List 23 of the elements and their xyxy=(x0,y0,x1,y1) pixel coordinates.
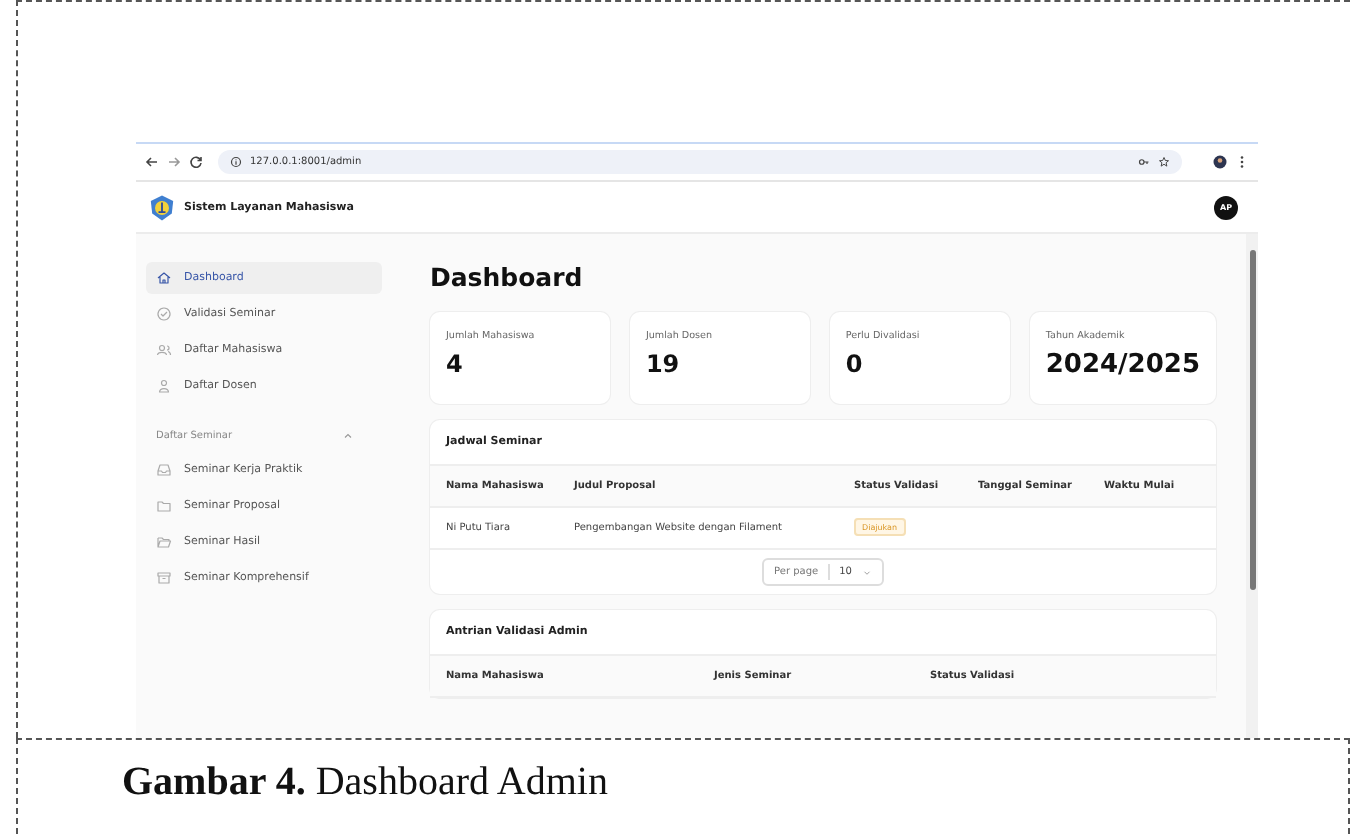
chevron-icon xyxy=(861,567,872,577)
stat-value: 0 xyxy=(845,350,865,378)
reload-icon[interactable] xyxy=(188,154,204,170)
home-icon xyxy=(156,270,172,286)
folder-icon xyxy=(156,498,172,514)
profile-icon[interactable] xyxy=(1212,154,1228,170)
archive-icon xyxy=(156,570,172,586)
stat-value: 19 xyxy=(645,350,682,378)
users-icon xyxy=(156,342,172,358)
inbox-icon xyxy=(156,462,172,478)
logo-icon xyxy=(148,193,176,221)
forward-icon[interactable] xyxy=(166,154,182,170)
key-icon[interactable] xyxy=(1138,156,1150,168)
user-icon xyxy=(156,378,172,394)
scrollbar[interactable] xyxy=(1246,234,1258,738)
figure-caption: Gambar 4. Dashboard Admin xyxy=(122,760,608,804)
page-title: Dashboard xyxy=(430,262,585,292)
info-icon[interactable] xyxy=(230,156,242,168)
stat-value: 2024/2025 xyxy=(1045,350,1200,380)
star-icon[interactable] xyxy=(1158,156,1170,168)
folder-icon xyxy=(156,534,172,550)
stat-value: 4 xyxy=(446,350,465,378)
back-icon[interactable] xyxy=(144,154,160,170)
